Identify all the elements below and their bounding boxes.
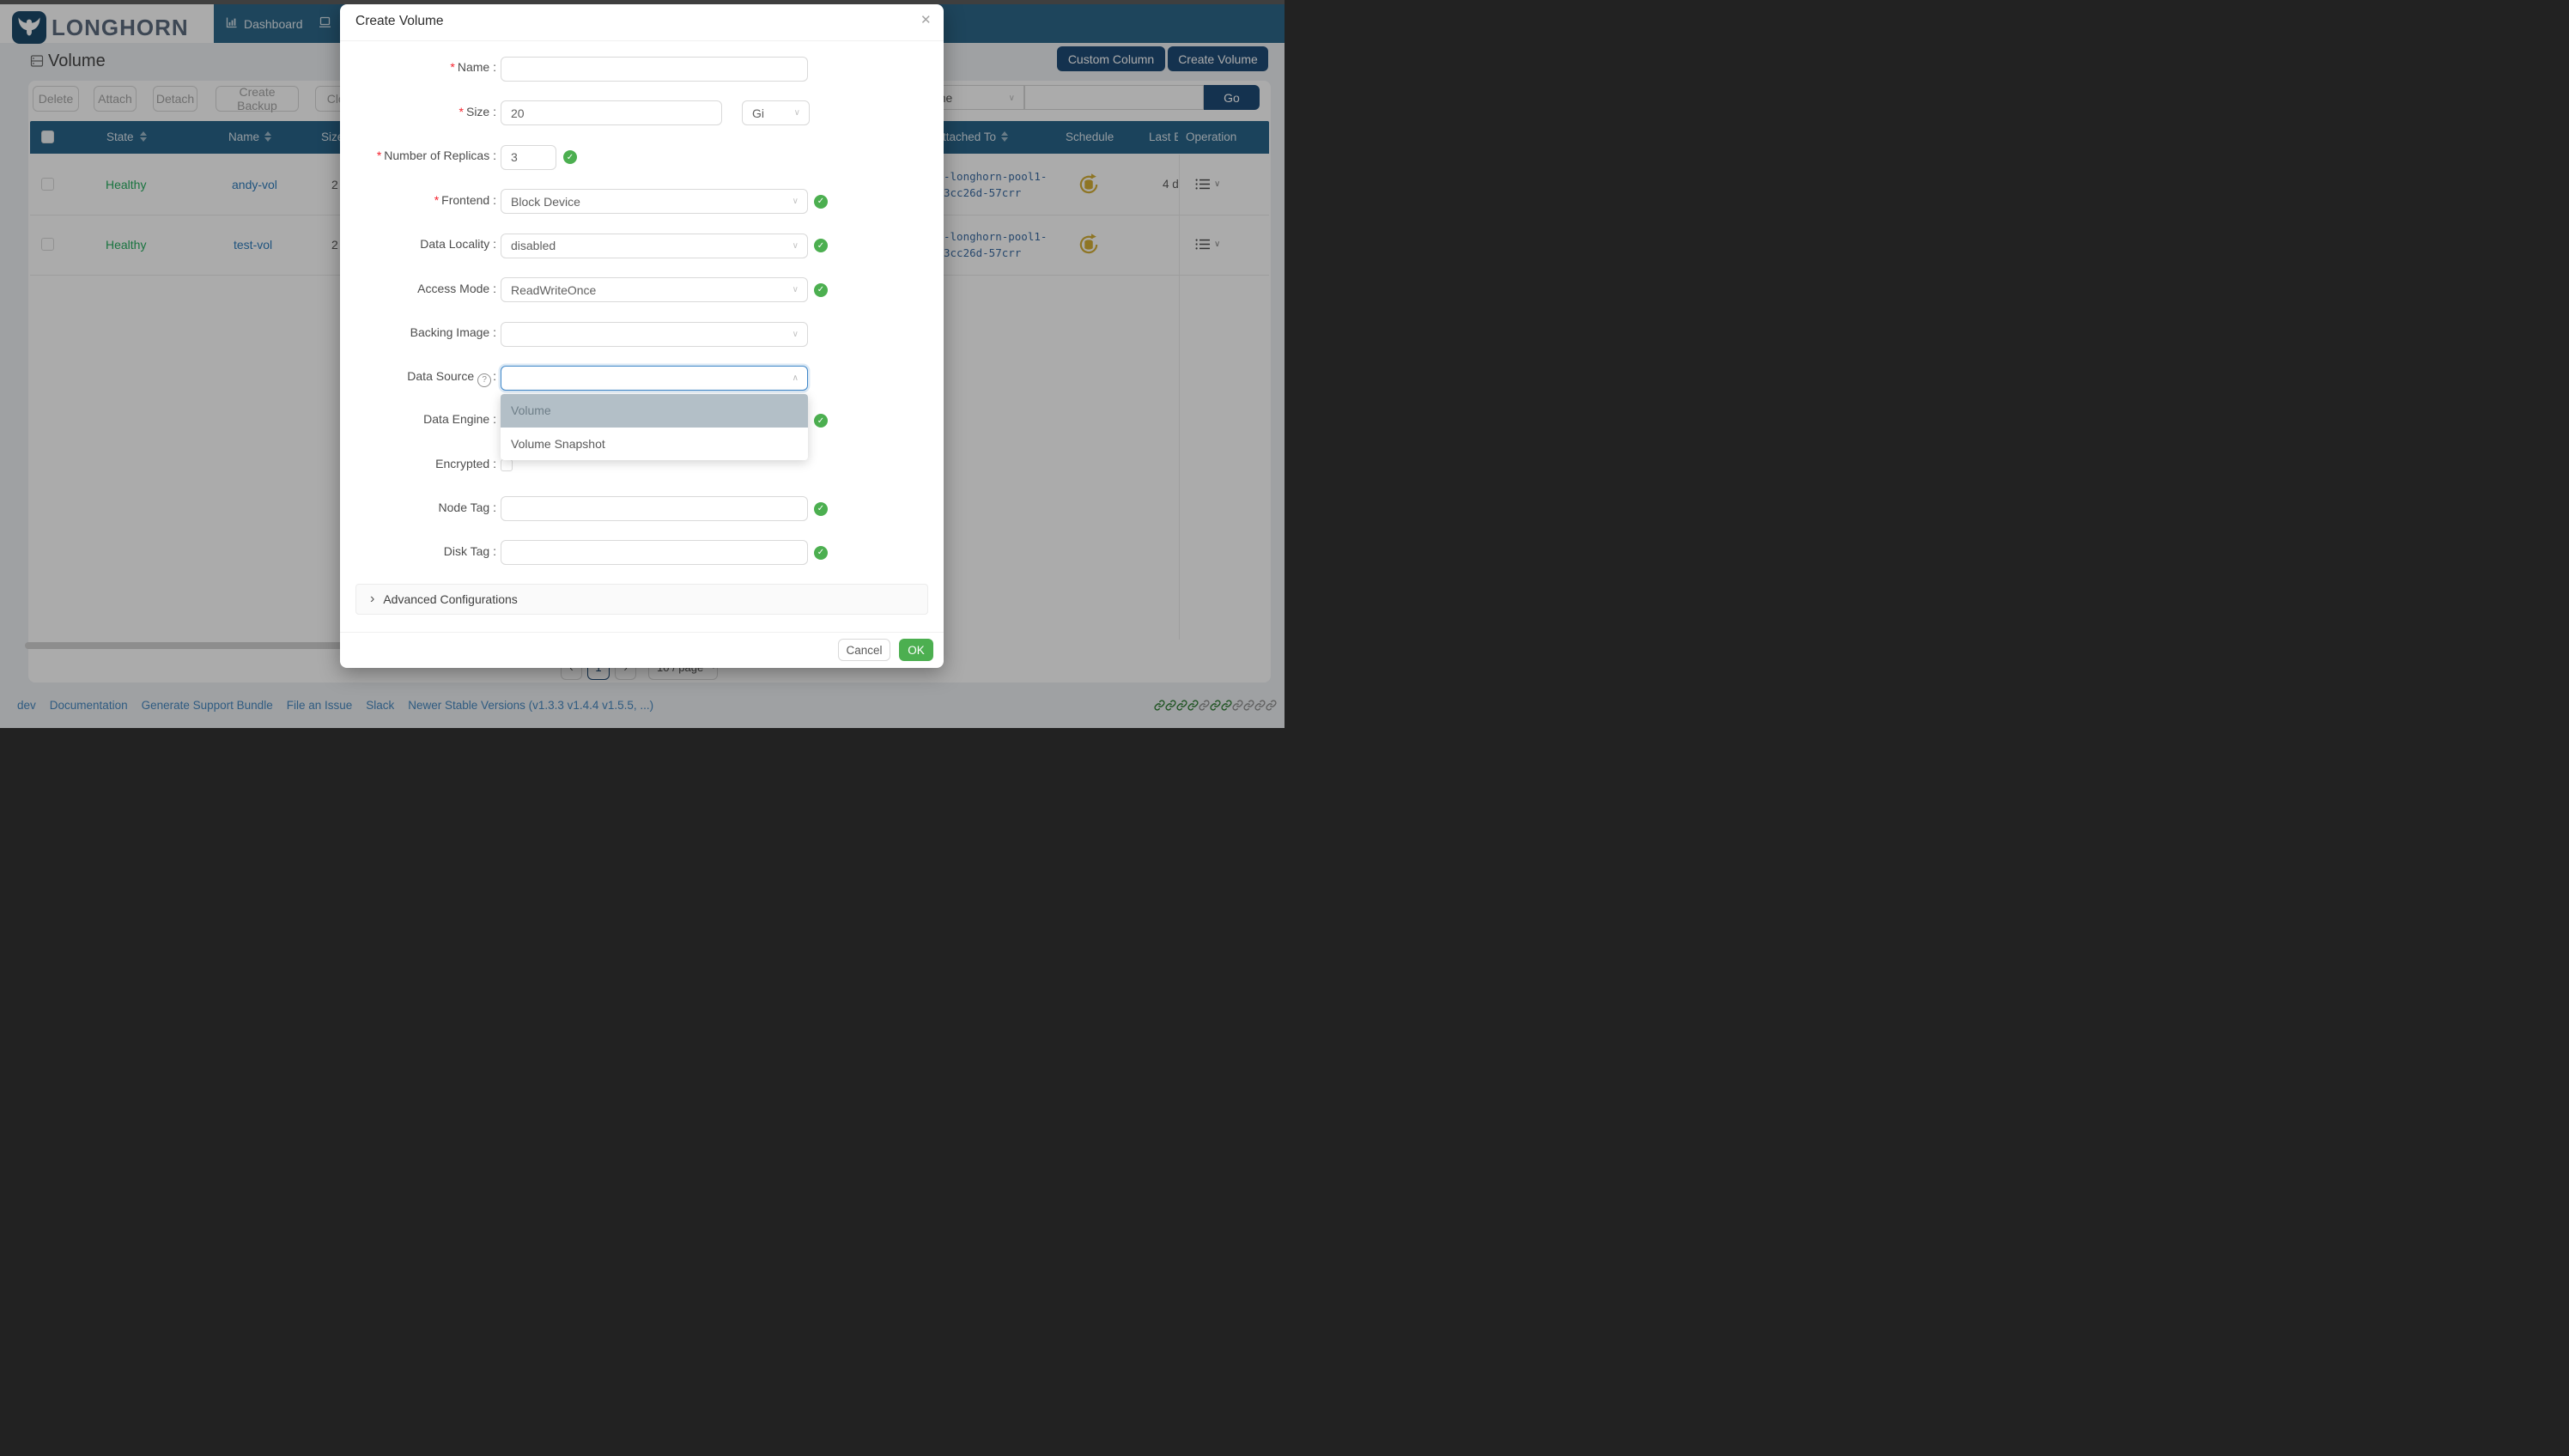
backing-image-label: Backing Image : bbox=[340, 325, 496, 339]
valid-check-icon: ✓ bbox=[814, 239, 828, 252]
data-locality-select[interactable]: disabled∨ bbox=[501, 234, 808, 258]
frontend-label: *Frontend : bbox=[340, 193, 496, 207]
encrypted-label: Encrypted : bbox=[340, 457, 496, 470]
chevron-down-icon: ∨ bbox=[794, 109, 800, 118]
advanced-configurations-toggle[interactable]: › Advanced Configurations bbox=[355, 584, 928, 615]
modal-title: Create Volume bbox=[355, 14, 444, 29]
encrypted-checkbox[interactable] bbox=[501, 459, 513, 471]
access-mode-label: Access Mode : bbox=[340, 282, 496, 295]
node-tag-input[interactable] bbox=[501, 496, 808, 521]
advanced-configurations-label: Advanced Configurations bbox=[383, 592, 517, 606]
chevron-up-icon: ∧ bbox=[793, 374, 799, 383]
access-mode-select[interactable]: ReadWriteOnce∨ bbox=[501, 277, 808, 302]
help-icon[interactable]: ? bbox=[477, 373, 491, 387]
chevron-right-icon: › bbox=[370, 592, 374, 607]
close-icon[interactable]: ✕ bbox=[920, 12, 932, 27]
chevron-down-icon: ∨ bbox=[793, 331, 799, 339]
valid-check-icon: ✓ bbox=[563, 150, 577, 164]
longhorn-app: LONGHORN Dashboard Volume Custom Column … bbox=[0, 0, 1284, 728]
backing-image-select[interactable]: ∨ bbox=[501, 322, 808, 347]
dropdown-option-volume-snapshot[interactable]: Volume Snapshot bbox=[501, 428, 808, 461]
chevron-down-icon: ∨ bbox=[793, 242, 799, 251]
data-engine-label: Data Engine : bbox=[340, 412, 496, 426]
chevron-down-icon: ∨ bbox=[793, 286, 799, 294]
cancel-button[interactable]: Cancel bbox=[838, 639, 890, 661]
modal-footer-divider bbox=[340, 632, 944, 633]
valid-check-icon: ✓ bbox=[814, 414, 828, 428]
browser-chrome-strip bbox=[0, 0, 1284, 4]
size-unit-select[interactable]: Gi∨ bbox=[742, 100, 810, 125]
size-label: *Size : bbox=[340, 105, 496, 118]
name-input[interactable] bbox=[501, 57, 808, 82]
node-tag-label: Node Tag : bbox=[340, 500, 496, 514]
modal-header-divider bbox=[340, 40, 944, 41]
data-source-select[interactable]: ∧ bbox=[501, 366, 808, 391]
disk-tag-label: Disk Tag : bbox=[340, 544, 496, 558]
valid-check-icon: ✓ bbox=[814, 546, 828, 560]
disk-tag-input[interactable] bbox=[501, 540, 808, 565]
name-label: *Name : bbox=[340, 60, 496, 74]
chevron-down-icon: ∨ bbox=[793, 197, 799, 206]
data-source-label: Data Source?: bbox=[340, 369, 496, 387]
valid-check-icon: ✓ bbox=[814, 502, 828, 516]
replicas-label: *Number of Replicas : bbox=[340, 149, 496, 162]
data-locality-label: Data Locality : bbox=[340, 237, 496, 251]
frontend-select[interactable]: Block Device∨ bbox=[501, 189, 808, 214]
valid-check-icon: ✓ bbox=[814, 195, 828, 209]
replicas-input[interactable]: 3 bbox=[501, 145, 556, 170]
valid-check-icon: ✓ bbox=[814, 283, 828, 297]
size-input[interactable]: 20 bbox=[501, 100, 722, 125]
ok-button[interactable]: OK bbox=[899, 639, 933, 661]
data-source-dropdown: Volume Volume Snapshot bbox=[501, 394, 808, 460]
dropdown-option-volume[interactable]: Volume bbox=[501, 394, 808, 428]
